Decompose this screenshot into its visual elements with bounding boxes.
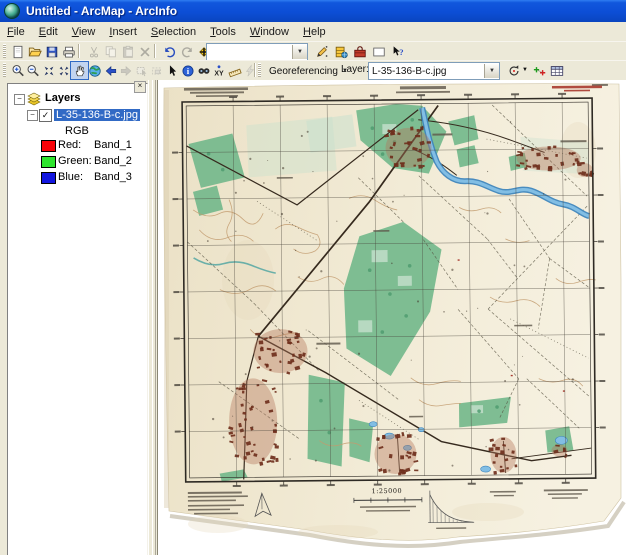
- identify-icon: i: [181, 64, 195, 78]
- blue-band-name: Band_3: [94, 171, 132, 183]
- table-of-contents: − Layers − ✓ L-35-136-B-c.jpg RGB Red: B…: [7, 83, 148, 555]
- undo-icon: [163, 45, 177, 59]
- rotate-dropdown-caret-icon[interactable]: ▼: [522, 67, 528, 73]
- toolbar-grip[interactable]: [3, 44, 6, 58]
- map-scale-combo[interactable]: ▼: [206, 43, 308, 61]
- delete-icon: [138, 45, 152, 59]
- title-bar[interactable]: Untitled - ArcMap - ArcInfo: [0, 0, 626, 22]
- paste-icon: [121, 45, 135, 59]
- arccatalog-button[interactable]: [331, 42, 350, 61]
- new-document-icon: [11, 45, 25, 59]
- standard-toolbar: ▼?: [0, 41, 626, 62]
- combo-dropdown-arrow-icon[interactable]: ▼: [292, 45, 307, 59]
- hyperlink-button[interactable]: [241, 61, 260, 80]
- whats-this-icon: ?: [391, 45, 405, 59]
- menu-selection[interactable]: Selection: [144, 23, 203, 40]
- menu-file[interactable]: File: [0, 23, 32, 40]
- map-scale-input[interactable]: [210, 46, 292, 59]
- arccatalog-icon: [334, 45, 348, 59]
- redo-icon: [180, 45, 194, 59]
- menu-tools[interactable]: Tools: [203, 23, 243, 40]
- map-scale-text: 1:25000: [372, 487, 403, 495]
- layer-visibility-checkbox[interactable]: ✓: [39, 109, 52, 122]
- window-title: Untitled - ArcMap - ArcInfo: [26, 4, 177, 18]
- arcmap-app-icon: [4, 3, 20, 19]
- composite-label: RGB: [65, 125, 89, 137]
- georeferencing-layer-value: L-35-136-B-c.jpg: [369, 66, 484, 77]
- forward-extent-icon: [119, 64, 133, 78]
- print-button[interactable]: [59, 42, 78, 61]
- command-line-icon: [372, 45, 386, 59]
- zoom-out-icon: [26, 64, 40, 78]
- georeferencing-layer-combo[interactable]: L-35-136-B-c.jpg▼: [368, 62, 500, 80]
- green-band-channel: Green:: [58, 155, 92, 167]
- splitter-ridge: [152, 80, 156, 555]
- print-icon: [62, 45, 76, 59]
- red-band-name: Band_1: [94, 139, 132, 151]
- arctoolbox-icon: [353, 45, 367, 59]
- toc-close-button[interactable]: ×: [134, 81, 146, 93]
- layer-expander[interactable]: −: [27, 110, 38, 121]
- layers-expander[interactable]: −: [14, 94, 25, 105]
- svg-text:XY: XY: [214, 70, 224, 77]
- select-features-icon: [135, 64, 149, 78]
- select-elements-icon: [166, 64, 180, 78]
- view-link-table-button[interactable]: [547, 61, 566, 80]
- add-control-points-icon: [533, 64, 547, 78]
- menu-edit[interactable]: Edit: [32, 23, 65, 40]
- arcmap-window: Untitled - ArcMap - ArcInfo FileEditView…: [0, 0, 626, 555]
- fixed-zoom-in-icon: [42, 64, 56, 78]
- toolbar-grip[interactable]: [258, 63, 261, 77]
- toolbar-grip[interactable]: [3, 63, 6, 77]
- menu-help[interactable]: Help: [296, 23, 333, 40]
- editor-toolbar-button[interactable]: [312, 42, 331, 61]
- find-icon: [197, 64, 211, 78]
- measure-icon: [228, 64, 242, 78]
- tools-georeferencing-toolbar: i XY Georeferencing▼Layer:L-35-136-B-c.jpg…: [0, 60, 626, 81]
- save-icon: [45, 45, 59, 59]
- delete-button[interactable]: [135, 42, 154, 61]
- svg-text:?: ?: [399, 47, 403, 57]
- go-to-xy-icon: XY: [212, 64, 226, 78]
- red-band-channel: Red:: [58, 139, 81, 151]
- map-canvas[interactable]: 1:25000: [157, 80, 626, 555]
- editor-toolbar-icon: [315, 45, 329, 59]
- green-band-swatch[interactable]: [41, 156, 56, 168]
- whats-this-button[interactable]: ?: [388, 42, 407, 61]
- arctoolbox-button[interactable]: [350, 42, 369, 61]
- layer-name[interactable]: L-35-136-B-c.jpg: [54, 109, 140, 121]
- combo-dropdown-arrow-icon[interactable]: ▼: [484, 64, 499, 78]
- command-line-button[interactable]: [369, 42, 388, 61]
- georeferenced-raster-map: 1:25000: [158, 80, 626, 555]
- toolbar-separator: [78, 44, 80, 58]
- menu-insert[interactable]: Insert: [102, 23, 144, 40]
- rotate-icon: [507, 64, 521, 78]
- copy-icon: [104, 45, 118, 59]
- fixed-zoom-out-icon: [57, 64, 71, 78]
- clear-selection-icon: [150, 64, 164, 78]
- blue-band-channel: Blue:: [58, 171, 83, 183]
- blue-band-swatch[interactable]: [41, 172, 56, 184]
- view-link-table-icon: [550, 64, 564, 78]
- document-area: − Layers − ✓ L-35-136-B-c.jpg RGB Red: B…: [0, 80, 626, 555]
- menu-window[interactable]: Window: [243, 23, 296, 40]
- layer-combo-label: Layer:: [341, 64, 369, 75]
- rotate-button[interactable]: [504, 61, 523, 80]
- toolbar-separator: [254, 63, 256, 77]
- toolbar-separator: [154, 44, 156, 58]
- pan-icon: [73, 64, 87, 78]
- green-band-name: Band_2: [94, 155, 132, 167]
- back-extent-icon: [104, 64, 118, 78]
- georeferencing-menu-button[interactable]: Georeferencing▼: [264, 62, 353, 80]
- open-icon: [28, 45, 42, 59]
- red-band-swatch[interactable]: [41, 140, 56, 152]
- zoom-in-icon: [11, 64, 25, 78]
- toc-root-label[interactable]: Layers: [45, 92, 80, 104]
- menu-bar: FileEditViewInsertSelectionToolsWindowHe…: [0, 22, 626, 42]
- cut-icon: [87, 45, 101, 59]
- full-extent-icon: [88, 64, 102, 78]
- menu-view[interactable]: View: [65, 23, 103, 40]
